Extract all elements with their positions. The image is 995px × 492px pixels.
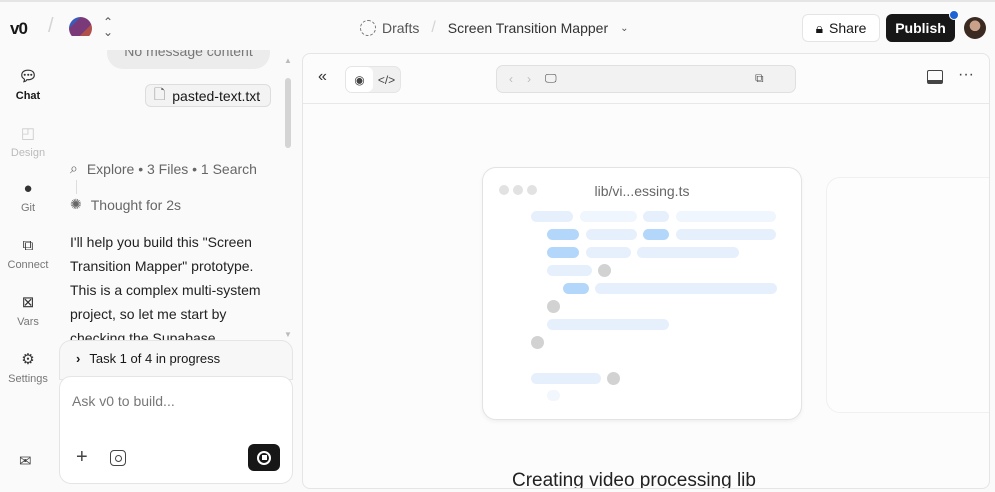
brain-icon: ✺: [70, 196, 82, 212]
code-skeleton: [586, 247, 631, 258]
breadcrumb-separator: /: [431, 19, 436, 36]
url-bar[interactable]: ‹ › 🖵︎ ⧉: [496, 65, 796, 93]
code-skeleton: [531, 211, 573, 222]
attachment-name: pasted-text.txt: [172, 87, 261, 104]
variable-icon: ⊠: [21, 294, 35, 311]
explore-step[interactable]: ⌕ Explore • 3 Files • 1 Search: [70, 160, 257, 177]
attachment-chip[interactable]: 🗋 pasted-text.txt: [145, 84, 271, 107]
chat-input[interactable]: Ask v0 to build... +: [59, 376, 293, 484]
chat-scrollbar[interactable]: [285, 78, 291, 148]
file-name: lib/vi...essing.ts: [594, 183, 690, 199]
github-icon: ●: [23, 180, 33, 197]
code-skeleton: [547, 247, 579, 258]
view-toggle: ◉ </>: [345, 66, 401, 93]
publish-button[interactable]: Publish: [886, 14, 955, 42]
preview-eye-icon[interactable]: ◉: [346, 67, 373, 92]
mail-icon[interactable]: ✉︎: [19, 452, 32, 470]
rail-label: Git: [20, 202, 36, 214]
task-progress[interactable]: › Task 1 of 4 in progress: [59, 340, 293, 380]
more-icon[interactable]: ···: [958, 66, 974, 84]
share-label: Share: [829, 20, 867, 36]
code-skeleton: [595, 283, 777, 294]
rail-item-chat[interactable]: 💬︎ Chat: [0, 67, 56, 102]
code-skeleton: [563, 283, 589, 294]
breadcrumb-project[interactable]: Screen Transition Mapper: [448, 20, 608, 36]
preview-toolbar: « ◉ </> ‹ › 🖵︎ ⧉ ···: [303, 54, 989, 104]
drafts-icon: [360, 20, 376, 36]
rail-item-git[interactable]: ● Git: [0, 180, 56, 214]
assistant-message: I'll help you build this "Screen Transit…: [70, 234, 261, 342]
step-connector: [76, 180, 77, 194]
top-border: [0, 0, 995, 2]
rail-item-vars[interactable]: ⊠ Vars: [0, 293, 56, 328]
collapse-icon[interactable]: «: [318, 68, 327, 86]
breadcrumb-drafts[interactable]: Drafts: [382, 20, 419, 36]
share-button[interactable]: 🔒︎ Share: [802, 14, 880, 42]
chevron-right-icon: ›: [76, 351, 81, 366]
plus-icon[interactable]: +: [76, 446, 88, 469]
code-skeleton: [676, 229, 776, 240]
code-skeleton: [637, 247, 739, 258]
rail-label: Design: [10, 147, 46, 159]
code-skeleton-dot: [531, 336, 544, 349]
user-avatar[interactable]: [964, 17, 986, 39]
stop-icon: [257, 450, 271, 465]
preview-panel: « ◉ </> ‹ › 🖵︎ ⧉ ··· lib/vi...essing.ts: [302, 53, 990, 489]
code-skeleton: [643, 229, 669, 240]
breadcrumb: Drafts / Screen Transition Mapper ⌄: [360, 19, 629, 37]
code-skeleton-dot: [607, 372, 620, 385]
code-skeleton: [580, 211, 637, 222]
scroll-down-arrow[interactable]: ▼: [284, 330, 292, 339]
code-skeleton: [547, 265, 592, 276]
generation-status: Creating video processing lib: [512, 470, 756, 489]
gear-icon: ⚙︎: [21, 351, 35, 368]
rail-label: Vars: [17, 316, 39, 328]
chat-bubble-icon: 💬︎: [18, 68, 38, 85]
next-file-card: [826, 177, 989, 413]
panel-layout-icon[interactable]: [927, 70, 943, 84]
code-skeleton: [531, 373, 601, 384]
chevron-up-down-icon[interactable]: ⌃ ⌄: [103, 16, 113, 38]
rail-item-connect[interactable]: ⧉ Connect: [0, 237, 56, 271]
task-label: Task 1 of 4 in progress: [89, 351, 221, 366]
open-external-icon[interactable]: ⧉: [755, 71, 764, 86]
rail-label: Chat: [15, 90, 41, 102]
rail-item-settings[interactable]: ⚙︎ Settings: [0, 350, 56, 385]
file-icon: 🗋: [154, 85, 166, 102]
design-icon: ◰: [20, 125, 36, 142]
screenshot-icon[interactable]: [110, 450, 126, 466]
rail-label: Settings: [8, 373, 48, 385]
search-icon: ⌕: [70, 160, 78, 176]
code-skeleton: [586, 229, 637, 240]
code-skeleton-dot: [547, 300, 560, 313]
thought-step[interactable]: ✺ Thought for 2s: [70, 196, 181, 213]
notification-dot: [949, 10, 959, 20]
file-card: lib/vi...essing.ts: [482, 167, 802, 420]
thought-label: Thought for 2s: [90, 196, 182, 213]
rail-item-design[interactable]: ◰ Design: [0, 124, 56, 159]
rail-label: Connect: [7, 259, 49, 271]
scroll-up-arrow[interactable]: ▲: [284, 56, 292, 65]
back-icon[interactable]: ‹: [509, 72, 513, 86]
code-icon[interactable]: </>: [373, 67, 400, 92]
code-skeleton: [547, 229, 579, 240]
input-placeholder: Ask v0 to build...: [72, 393, 175, 409]
v0-logo[interactable]: v0: [10, 19, 28, 39]
separator: /: [48, 15, 54, 37]
code-skeleton: [676, 211, 776, 222]
forward-icon[interactable]: ›: [527, 72, 531, 86]
code-skeleton-dot: [598, 264, 611, 277]
desktop-icon[interactable]: 🖵︎: [545, 71, 557, 86]
plug-icon: ⧉: [22, 237, 34, 254]
scroll-fade: [56, 36, 300, 50]
code-skeleton: [547, 319, 669, 330]
explore-label: Explore • 3 Files • 1 Search: [86, 160, 257, 177]
code-skeleton: [643, 211, 669, 222]
stop-button[interactable]: [248, 444, 280, 471]
chevron-down-icon[interactable]: ⌄: [620, 23, 628, 34]
lock-icon: 🔒︎: [815, 19, 824, 36]
code-skeleton: [547, 390, 560, 401]
